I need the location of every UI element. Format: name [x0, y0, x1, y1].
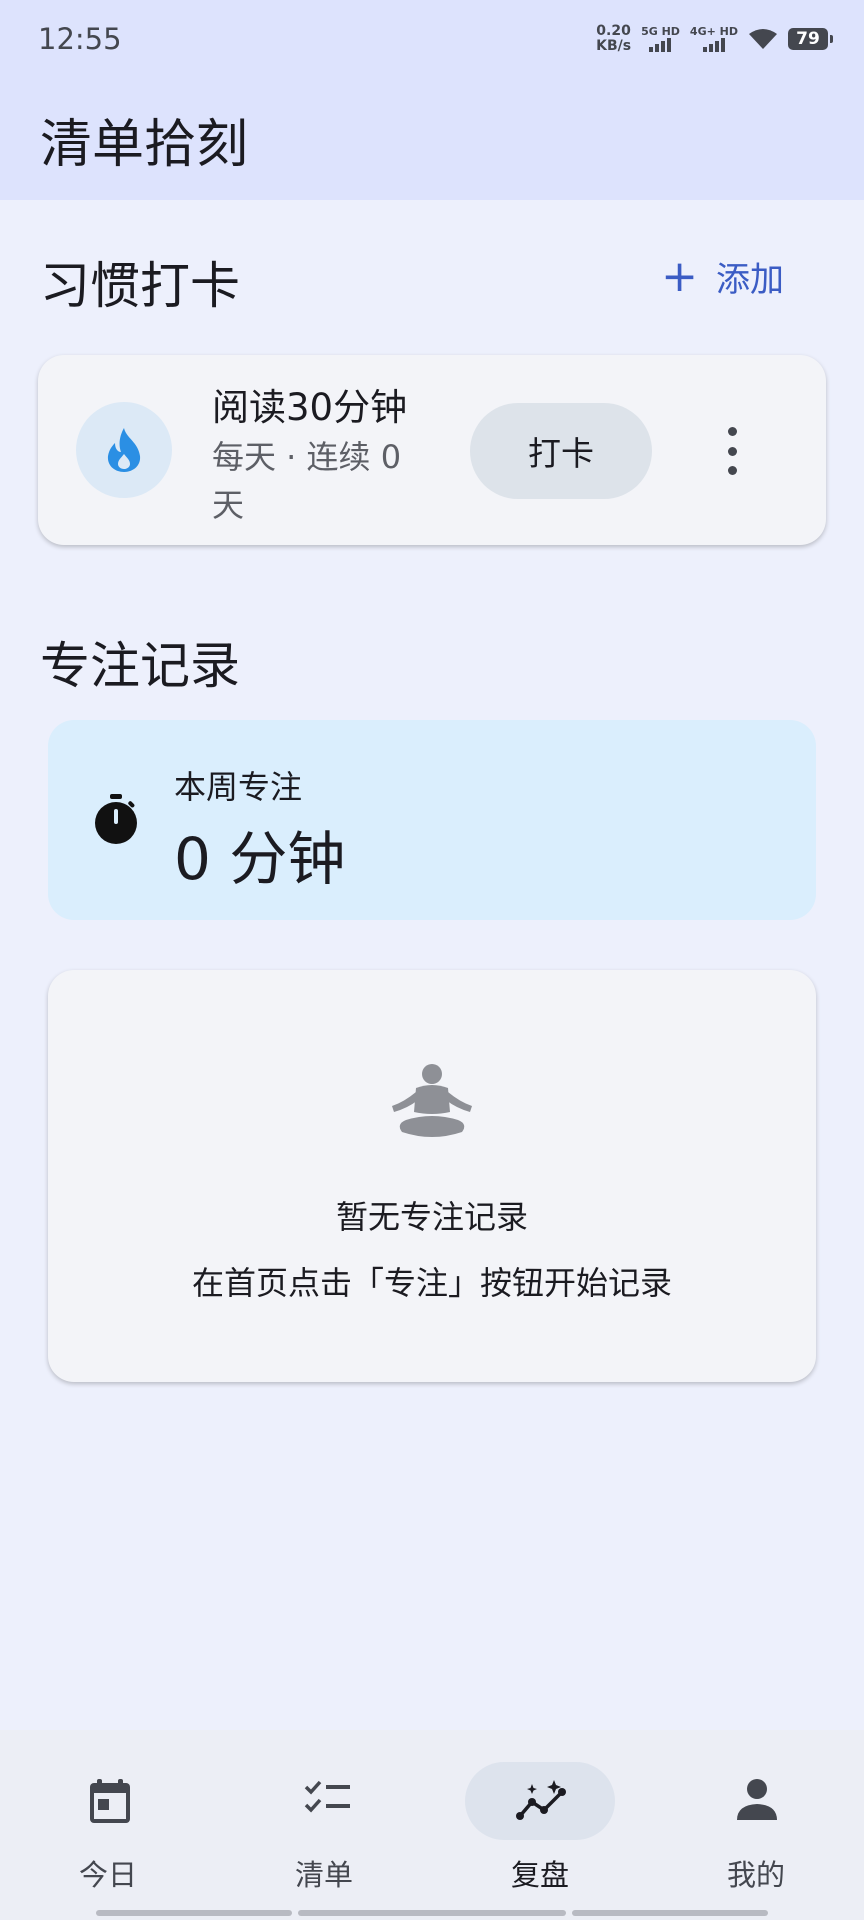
- sim2-label: 4G+ HD: [689, 25, 738, 38]
- app-bar: 清单拾刻: [0, 80, 864, 200]
- battery-icon: 79: [788, 28, 833, 50]
- weekly-focus-label: 本周专注: [174, 768, 303, 806]
- stopwatch-icon: [95, 794, 137, 844]
- gesture-bar-segment: [572, 1910, 768, 1916]
- checklist-icon: [304, 1780, 350, 1813]
- nav-label-me: 我的: [726, 1858, 785, 1892]
- habit-name: 阅读30分钟: [212, 386, 408, 429]
- habits-section-title: 习惯打卡: [40, 257, 240, 315]
- calendar-icon: [90, 1779, 130, 1823]
- add-habit-button[interactable]: + 添加: [661, 252, 784, 301]
- status-bar: 12:55 0.20 KB/s 5G HD 4G+ HD 79: [0, 0, 864, 80]
- network-speed-value: 0.20: [596, 23, 631, 39]
- network-speed: 0.20 KB/s: [596, 24, 631, 54]
- bottom-nav: 今日 清单 复盘 我的: [0, 1730, 864, 1920]
- empty-state-hint: 在首页点击「专注」按钮开始记录: [191, 1264, 672, 1302]
- wifi-icon: [749, 29, 777, 49]
- weekly-focus-card: 本周专注 0 分钟: [48, 720, 816, 920]
- checkin-button[interactable]: 打卡: [470, 403, 652, 499]
- sim1-label: 5G HD: [641, 25, 680, 38]
- status-time: 12:55: [38, 22, 122, 56]
- habit-streak: 每天 · 连续 0 天: [212, 438, 402, 524]
- network-speed-unit: KB/s: [596, 38, 632, 54]
- app-title: 清单拾刻: [40, 115, 249, 175]
- status-icons: 0.20 KB/s 5G HD 4G+ HD 79: [596, 24, 833, 54]
- insights-icon: [516, 1780, 566, 1820]
- focus-section-title: 专注记录: [40, 637, 240, 695]
- sim2-signal-icon: 4G+ HD: [690, 26, 738, 52]
- person-icon: [737, 1779, 777, 1820]
- nav-item-review[interactable]: 复盘: [432, 1730, 648, 1920]
- gesture-bar-segment: [96, 1910, 292, 1916]
- meditation-icon: [392, 1064, 472, 1137]
- fire-icon: [76, 402, 172, 498]
- nav-item-me[interactable]: 我的: [648, 1730, 864, 1920]
- plus-icon: +: [661, 250, 698, 302]
- nav-label-review: 复盘: [510, 1858, 569, 1892]
- nav-label-today: 今日: [78, 1858, 137, 1892]
- nav-label-lists: 清单: [294, 1858, 353, 1892]
- empty-state-title: 暂无专注记录: [335, 1198, 528, 1236]
- nav-item-lists[interactable]: 清单: [216, 1730, 432, 1920]
- nav-item-today[interactable]: 今日: [0, 1730, 216, 1920]
- focus-empty-state: 暂无专注记录 在首页点击「专注」按钮开始记录: [48, 970, 816, 1382]
- gesture-bar-handle[interactable]: [298, 1910, 566, 1916]
- add-habit-label: 添加: [716, 260, 784, 300]
- weekly-focus-value: 0 分钟: [174, 825, 346, 893]
- more-vert-icon[interactable]: [718, 427, 746, 475]
- sim1-signal-icon: 5G HD: [641, 26, 680, 52]
- habit-card[interactable]: 阅读30分钟 每天 · 连续 0 天 打卡: [38, 355, 826, 545]
